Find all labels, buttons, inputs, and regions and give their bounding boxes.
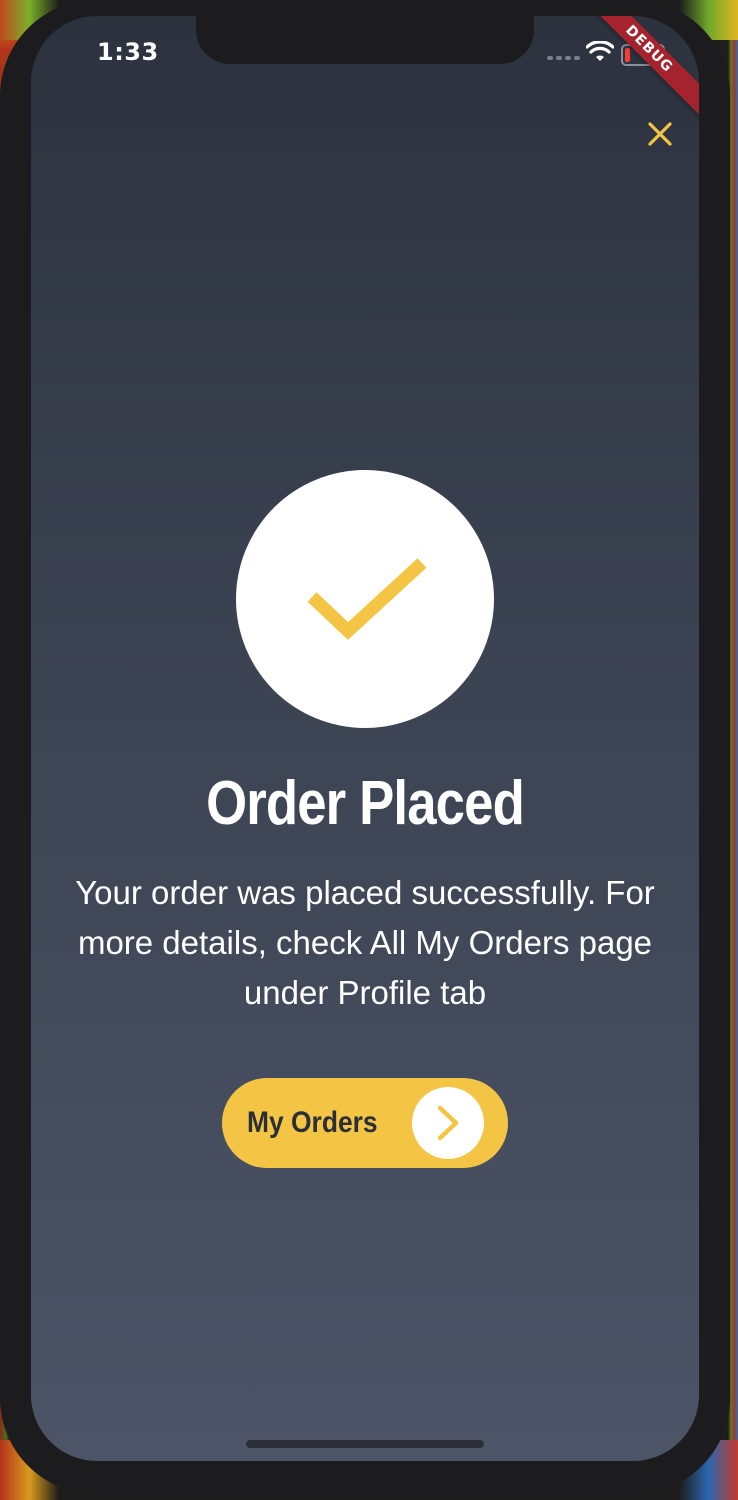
checkmark-icon bbox=[307, 558, 427, 640]
success-message: Your order was placed successfully. For … bbox=[75, 874, 655, 1011]
phone-notch bbox=[196, 16, 534, 64]
my-orders-button[interactable]: My Orders bbox=[222, 1078, 508, 1168]
phone-frame: 1:33 DEBUG Order Placed Your order was p bbox=[0, 0, 730, 1494]
wifi-icon bbox=[586, 41, 614, 61]
my-orders-button-label: My Orders bbox=[247, 1106, 378, 1139]
cellular-signal-icon bbox=[547, 56, 580, 60]
order-success-screen: 1:33 DEBUG Order Placed Your order was p bbox=[31, 16, 699, 1461]
close-button[interactable] bbox=[642, 116, 678, 152]
page-title: Order Placed bbox=[206, 769, 525, 838]
chevron-right-icon bbox=[437, 1105, 459, 1141]
status-time: 1:33 bbox=[97, 38, 159, 66]
home-indicator[interactable] bbox=[246, 1440, 484, 1448]
debug-banner: DEBUG bbox=[577, 16, 699, 121]
success-badge bbox=[236, 470, 494, 728]
arrow-badge bbox=[412, 1087, 484, 1159]
close-icon bbox=[648, 122, 672, 146]
